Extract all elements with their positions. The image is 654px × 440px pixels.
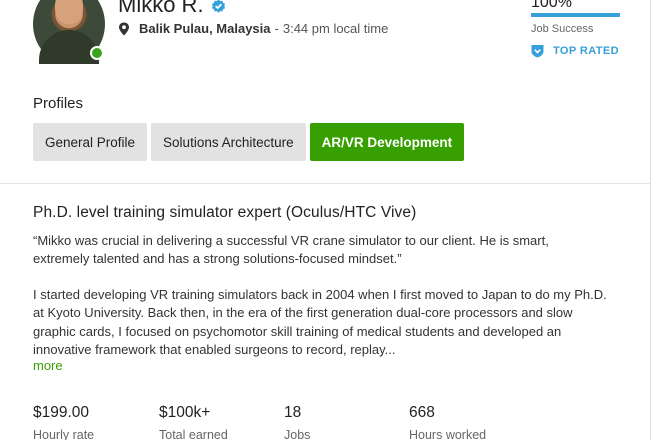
stat-jobs: 18 Jobs — [284, 404, 310, 440]
profiles-heading: Profiles — [33, 95, 84, 112]
online-status-dot — [90, 46, 104, 60]
top-rated-badge[interactable]: TOP RATED — [531, 44, 619, 58]
stat-hours-worked: 668 Hours worked — [409, 404, 486, 440]
freelancer-name: Mikko R. — [118, 0, 204, 17]
top-rated-label: TOP RATED — [553, 45, 619, 57]
location-row: Balik Pulau, Malaysia - 3:44 pm local ti… — [118, 21, 388, 36]
stat-label: Total earned — [159, 428, 228, 440]
tab-ar-vr-development[interactable]: AR/VR Development — [309, 123, 465, 161]
tab-solutions-architecture[interactable]: Solutions Architecture — [151, 123, 306, 161]
stat-hourly-rate: $199.00 Hourly rate — [33, 404, 94, 440]
avatar-shirt — [39, 30, 99, 64]
client-testimonial: “Mikko was crucial in delivering a succe… — [33, 233, 549, 266]
profile-overview-text: I started developing VR training simulat… — [33, 287, 607, 357]
profile-title: Ph.D. level training simulator expert (O… — [33, 204, 417, 221]
stat-value: 668 — [409, 404, 435, 421]
job-success-value: 100% — [531, 0, 572, 11]
stat-total-earned: $100k+ Total earned — [159, 404, 228, 440]
more-link[interactable]: more — [33, 358, 63, 373]
stat-label: Hours worked — [409, 428, 487, 440]
shield-badge-icon — [531, 45, 544, 58]
job-success-bar-fill — [531, 13, 620, 17]
stat-label: Jobs — [284, 428, 311, 440]
location-separator: - — [274, 21, 279, 36]
job-success-label: Job Success — [531, 23, 594, 35]
stat-label: Hourly rate — [33, 428, 95, 440]
right-column-divider — [650, 0, 651, 440]
local-time: 3:44 pm local time — [282, 21, 389, 36]
avatar-face — [55, 0, 83, 24]
name-row: Mikko R. — [118, 0, 226, 18]
map-pin-icon — [119, 22, 129, 35]
stat-value: $199.00 — [33, 404, 90, 421]
stat-value: $100k+ — [159, 404, 211, 421]
tab-general-profile[interactable]: General Profile — [33, 123, 148, 161]
profile-tabs: General Profile Solutions Architecture A… — [33, 123, 468, 161]
section-divider — [0, 183, 650, 184]
verified-check-icon — [211, 0, 225, 13]
stat-value: 18 — [284, 404, 302, 421]
location-city: Balik Pulau, Malaysia — [139, 21, 271, 36]
job-success-bar — [531, 13, 620, 17]
